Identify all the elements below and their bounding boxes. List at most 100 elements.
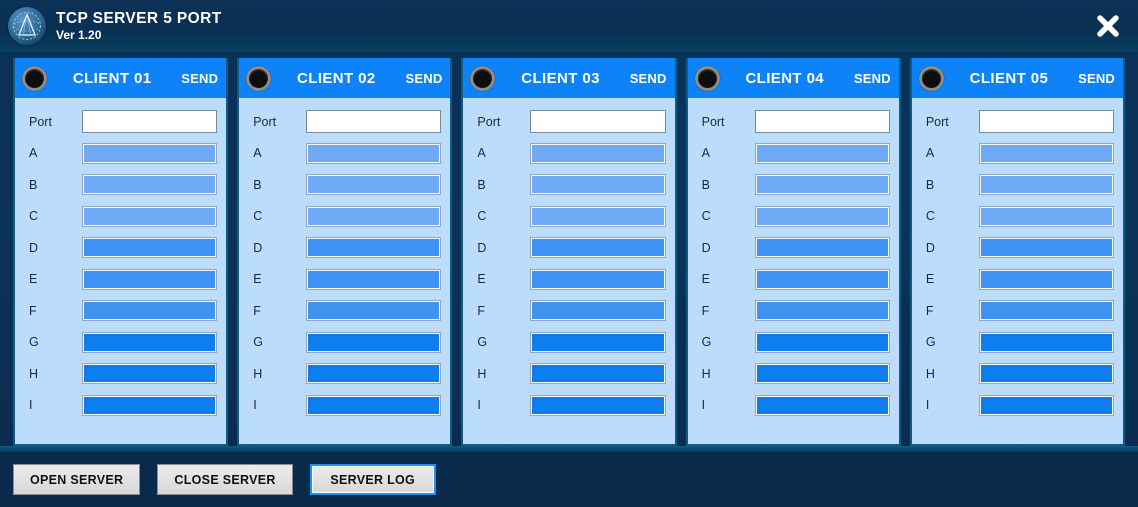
data-input[interactable] [81, 237, 218, 259]
data-input[interactable] [978, 174, 1115, 196]
field-row: A [29, 138, 218, 170]
status-led-icon[interactable] [22, 65, 47, 91]
data-input[interactable] [306, 174, 442, 196]
field-row: F [477, 295, 666, 327]
send-button[interactable]: SEND [403, 71, 442, 86]
open-server-button[interactable]: OPEN SERVER [13, 464, 141, 495]
client-panel-header: CLIENT 03 SEND [463, 58, 675, 98]
data-input[interactable] [530, 331, 666, 353]
port-input[interactable] [754, 110, 890, 134]
triangle-globe-icon [8, 7, 46, 45]
data-input[interactable] [306, 205, 442, 227]
data-input[interactable] [530, 268, 666, 290]
field-row: H [926, 358, 1115, 390]
field-label: B [925, 177, 935, 192]
data-input[interactable] [81, 174, 218, 196]
data-input[interactable] [81, 205, 218, 227]
status-led-icon[interactable] [918, 65, 944, 91]
field-row: F [253, 295, 442, 327]
field-row: H [29, 358, 218, 390]
data-input[interactable] [306, 331, 442, 353]
data-input[interactable] [306, 394, 442, 416]
data-input[interactable] [81, 331, 218, 353]
data-input[interactable] [754, 394, 890, 416]
data-input[interactable] [754, 268, 890, 290]
data-input[interactable] [978, 394, 1115, 416]
field-label: C [925, 209, 935, 224]
data-input[interactable] [978, 268, 1115, 290]
client-panel-body: Port A B C D E F G H I [688, 98, 899, 444]
data-input[interactable] [81, 300, 218, 322]
client-panel-body: Port A B C D E F G H I [239, 98, 450, 444]
status-led-icon[interactable] [694, 65, 720, 91]
field-row: I [253, 390, 442, 422]
application-window: TCP SERVER 5 PORT Ver 1.20 CLIENT 01 SEND… [0, 0, 1138, 507]
data-input[interactable] [530, 237, 666, 259]
data-input[interactable] [306, 142, 442, 164]
data-input[interactable] [754, 237, 890, 259]
data-input[interactable] [978, 237, 1115, 259]
port-input[interactable] [978, 110, 1115, 134]
field-label: A [477, 146, 486, 161]
data-input[interactable] [81, 363, 218, 385]
send-button[interactable]: SEND [628, 71, 667, 86]
client-name-label: CLIENT 01 [72, 69, 152, 87]
data-input[interactable] [530, 142, 666, 164]
data-input[interactable] [754, 300, 890, 322]
field-row: C [477, 201, 666, 233]
data-input[interactable] [754, 363, 890, 385]
data-input[interactable] [530, 205, 666, 227]
field-row: G [926, 327, 1115, 359]
data-input[interactable] [754, 142, 890, 164]
status-led-icon[interactable] [470, 65, 496, 91]
data-input[interactable] [978, 205, 1115, 227]
close-server-button[interactable]: CLOSE SERVER [157, 464, 293, 495]
field-row: C [701, 201, 890, 233]
field-label: I [253, 398, 257, 413]
data-input[interactable] [530, 363, 666, 385]
data-input[interactable] [81, 268, 218, 290]
data-input[interactable] [306, 363, 442, 385]
field-label: Port [477, 114, 501, 129]
field-label: B [29, 177, 38, 192]
field-row: D [253, 232, 442, 264]
data-input[interactable] [978, 300, 1115, 322]
data-input[interactable] [306, 268, 442, 290]
data-input[interactable] [530, 300, 666, 322]
data-input[interactable] [754, 331, 890, 353]
field-row: H [253, 358, 442, 390]
field-row: F [29, 295, 218, 327]
data-input[interactable] [978, 363, 1115, 385]
data-input[interactable] [81, 394, 218, 416]
field-label: D [701, 240, 711, 255]
field-label: H [253, 366, 263, 381]
send-button[interactable]: SEND [1076, 71, 1115, 86]
data-input[interactable] [978, 142, 1115, 164]
footer-toolbar: OPEN SERVER CLOSE SERVER SERVER LOG [0, 452, 1138, 507]
data-input[interactable] [530, 394, 666, 416]
field-row: F [926, 295, 1115, 327]
field-label: F [477, 303, 486, 318]
port-input[interactable] [81, 110, 218, 134]
data-input[interactable] [306, 300, 442, 322]
client-panel-body: Port A B C D E F G H I [463, 98, 674, 444]
port-input[interactable] [306, 110, 442, 134]
client-panel: CLIENT 03 SEND Port A B C D E F G H I [461, 58, 677, 446]
send-button[interactable]: SEND [179, 71, 218, 86]
close-button[interactable] [1088, 6, 1128, 46]
data-input[interactable] [754, 174, 890, 196]
field-row: G [253, 327, 442, 359]
port-input[interactable] [530, 110, 666, 134]
send-button[interactable]: SEND [852, 71, 891, 86]
data-input[interactable] [81, 142, 218, 164]
data-input[interactable] [306, 237, 442, 259]
close-icon [1093, 11, 1123, 41]
app-version: Ver 1.20 [56, 27, 102, 42]
data-input[interactable] [754, 205, 890, 227]
field-label: B [253, 177, 262, 192]
status-led-icon[interactable] [246, 65, 272, 91]
data-input[interactable] [978, 331, 1115, 353]
server-log-button[interactable]: SERVER LOG [309, 464, 436, 495]
field-label: C [701, 209, 711, 224]
data-input[interactable] [530, 174, 666, 196]
